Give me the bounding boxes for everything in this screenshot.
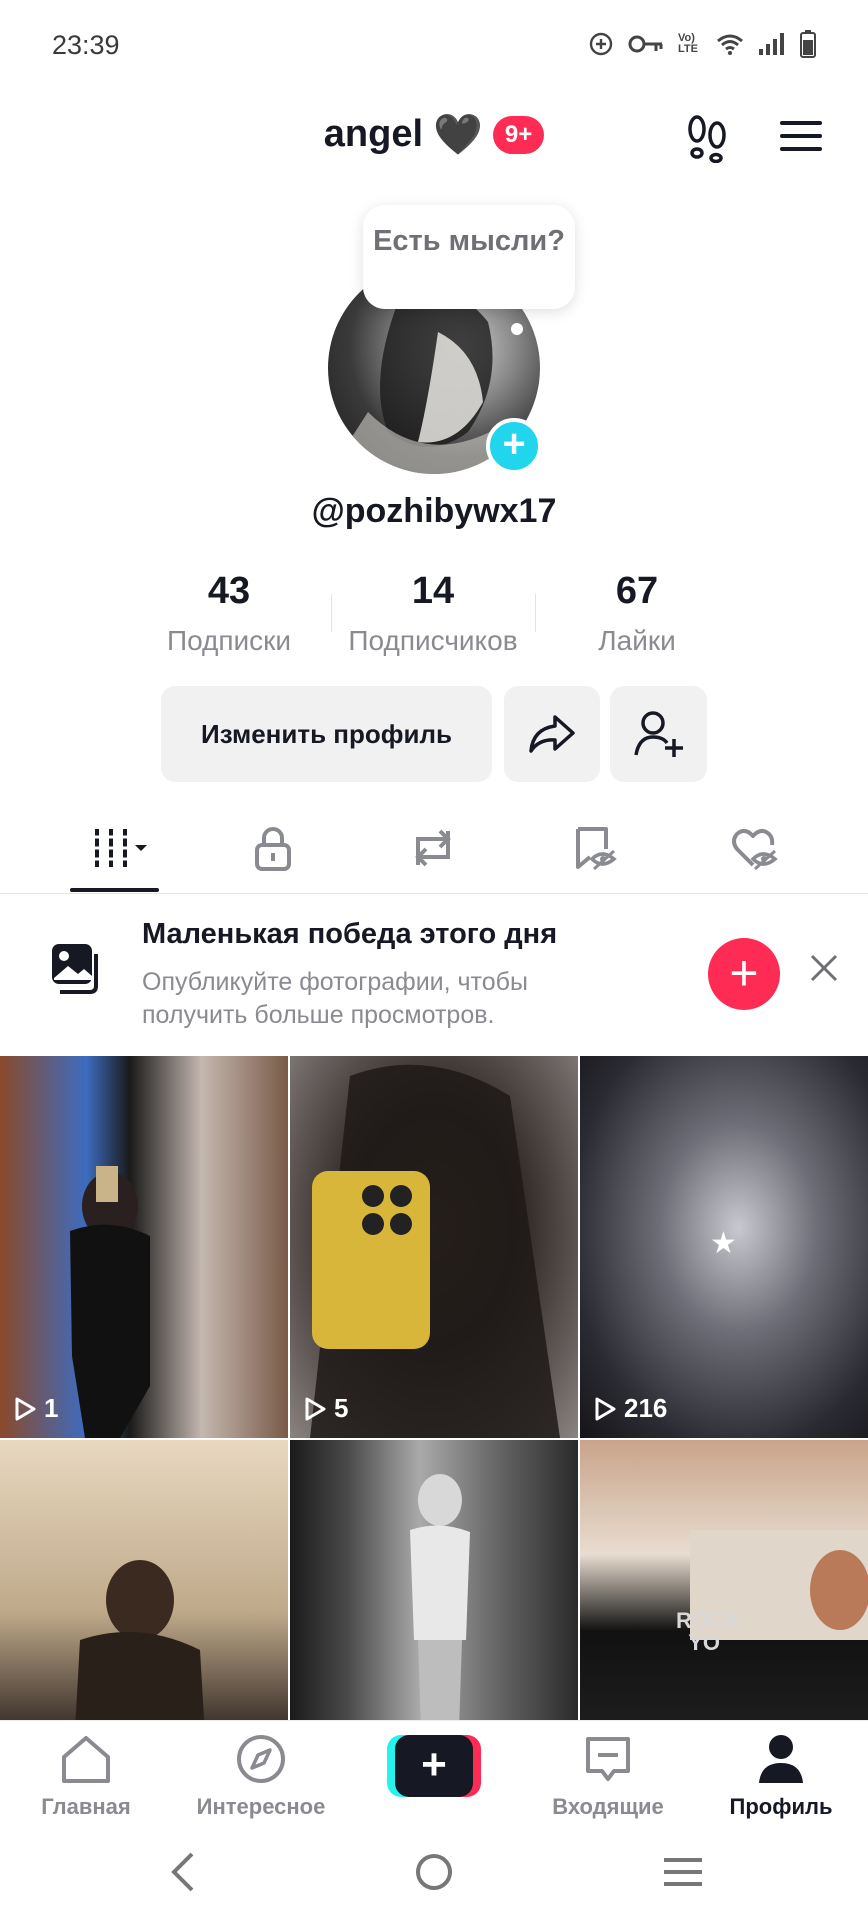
- nav-profile-label: Профиль: [729, 1794, 833, 1819]
- heart-hidden-icon: [732, 829, 778, 871]
- phone-in-hand: [312, 1171, 430, 1349]
- thought-bubble[interactable]: Есть мысли?: [363, 205, 575, 309]
- view-count: 216: [594, 1393, 667, 1424]
- video-overlay-text: ROCK YO: [676, 1608, 741, 1655]
- signal-icon: [759, 33, 784, 55]
- vpn-key-icon: [628, 35, 663, 53]
- status-bar: 23:39 Vo) LTE: [0, 0, 868, 95]
- thumbnail-image: [410, 1474, 470, 1720]
- stat-followers-label: Подписчиков: [348, 625, 518, 656]
- stat-following-count: 43: [207, 570, 251, 612]
- add-user-icon: [633, 711, 683, 757]
- stat-likes[interactable]: 67 Лайки: [537, 570, 737, 657]
- banner-add-button[interactable]: +: [708, 938, 780, 1010]
- create-plus-icon: +: [395, 1735, 473, 1797]
- compass-icon: [237, 1735, 285, 1783]
- add-friends-button[interactable]: [610, 686, 707, 782]
- active-tab-indicator: [70, 888, 159, 892]
- nav-explore-label: Интересное: [196, 1794, 326, 1819]
- video-thumbnail[interactable]: ★ 216: [580, 1056, 868, 1438]
- stat-followers[interactable]: 14 Подписчиков: [333, 570, 533, 657]
- photo-suggestion-banner: Маленькая победа этого дня Опубликуйте ф…: [0, 894, 868, 1056]
- tab-private[interactable]: [233, 820, 313, 876]
- black-heart-emoji: 🖤: [433, 112, 483, 157]
- back-icon[interactable]: [168, 1850, 198, 1894]
- share-profile-button[interactable]: [504, 686, 600, 782]
- tab-reposts[interactable]: [393, 820, 473, 876]
- nav-home-label: Главная: [41, 1794, 131, 1819]
- bottom-nav: Главная Интересное + Входящие Профиль: [0, 1720, 868, 1830]
- stat-divider: [331, 594, 332, 632]
- profile-username: @pozhibywx17: [311, 492, 557, 530]
- grid-icon: [91, 829, 147, 867]
- data-saver-icon: [589, 32, 613, 56]
- share-arrow-icon: [529, 715, 575, 753]
- nav-inbox[interactable]: Входящие: [523, 1733, 693, 1820]
- profile-actions: Изменить профиль: [0, 686, 868, 782]
- home-icon: [62, 1736, 110, 1783]
- nav-explore[interactable]: Интересное: [176, 1733, 346, 1820]
- profile-stats: 43 Подписки 14 Подписчиков 67 Лайки: [0, 570, 868, 660]
- photos-icon: [52, 944, 98, 994]
- video-thumbnail[interactable]: ROCK YO: [580, 1440, 868, 1720]
- add-avatar-plus-button[interactable]: +: [486, 418, 542, 474]
- play-icon: [15, 1397, 36, 1420]
- stat-likes-count: 67: [615, 570, 659, 612]
- star-icon: ★: [710, 1227, 737, 1260]
- edit-profile-button[interactable]: Изменить профиль: [161, 686, 492, 782]
- recents-icon[interactable]: [662, 1850, 704, 1894]
- create-button[interactable]: +: [387, 1735, 481, 1797]
- video-thumbnail[interactable]: [290, 1440, 578, 1720]
- video-thumbnail[interactable]: 5: [290, 1056, 578, 1438]
- thumbnail-image: [75, 1560, 205, 1720]
- tab-favorites[interactable]: [554, 820, 634, 876]
- close-icon[interactable]: [808, 952, 840, 984]
- play-icon: [595, 1397, 616, 1420]
- view-count: 5: [304, 1393, 348, 1424]
- banner-title: Маленькая победа этого дня: [142, 918, 558, 950]
- stat-divider: [535, 594, 536, 632]
- stat-followers-count: 14: [411, 570, 455, 612]
- stat-following-label: Подписки: [166, 625, 292, 656]
- status-icons: Vo) LTE: [588, 30, 816, 58]
- play-icon: [305, 1397, 326, 1420]
- account-switcher[interactable]: angel 🖤 9+: [0, 113, 868, 156]
- nav-profile[interactable]: Профиль: [696, 1733, 866, 1820]
- video-thumbnail[interactable]: 1: [0, 1056, 288, 1438]
- thought-bubble-dot: [511, 323, 523, 335]
- header-title: angel: [323, 113, 424, 155]
- tab-videos[interactable]: [74, 820, 154, 876]
- battery-icon: [800, 30, 816, 58]
- view-count: 1: [14, 1393, 58, 1424]
- banner-subtitle: Опубликуйте фотографии, чтобы получить б…: [142, 968, 528, 1029]
- wifi-icon: [717, 34, 743, 55]
- profile-tabs: [0, 800, 868, 894]
- video-thumbnail[interactable]: [0, 1440, 288, 1720]
- bookmark-hidden-icon: [576, 827, 617, 871]
- view-count-value: 216: [624, 1393, 668, 1423]
- stat-following[interactable]: 43 Подписки: [129, 570, 329, 657]
- view-count-value: 1: [44, 1393, 59, 1423]
- inbox-icon: [586, 1737, 630, 1781]
- video-grid: 1 5 ★ 216 ROCK YO: [0, 1056, 868, 1720]
- profile-icon: [759, 1735, 803, 1783]
- nav-home[interactable]: Главная: [1, 1733, 171, 1820]
- notification-badge: 9+: [492, 115, 545, 154]
- view-count-value: 5: [334, 1393, 349, 1423]
- footprints-icon[interactable]: [682, 113, 732, 163]
- system-nav-bar: [0, 1830, 868, 1920]
- status-time: 23:39: [52, 30, 120, 60]
- menu-icon[interactable]: [780, 119, 822, 153]
- lock-icon: [255, 827, 291, 871]
- thumbnail-image: [70, 1166, 150, 1438]
- stat-likes-label: Лайки: [598, 625, 676, 656]
- tab-liked[interactable]: [714, 820, 794, 876]
- profile-header: angel 🖤 9+: [0, 95, 868, 185]
- nav-inbox-label: Входящие: [552, 1794, 664, 1819]
- repost-icon: [415, 829, 451, 867]
- thumbnail-image: [690, 1530, 868, 1640]
- home-circle-icon[interactable]: [414, 1850, 454, 1894]
- volte-icon: Vo) LTE: [678, 32, 698, 55]
